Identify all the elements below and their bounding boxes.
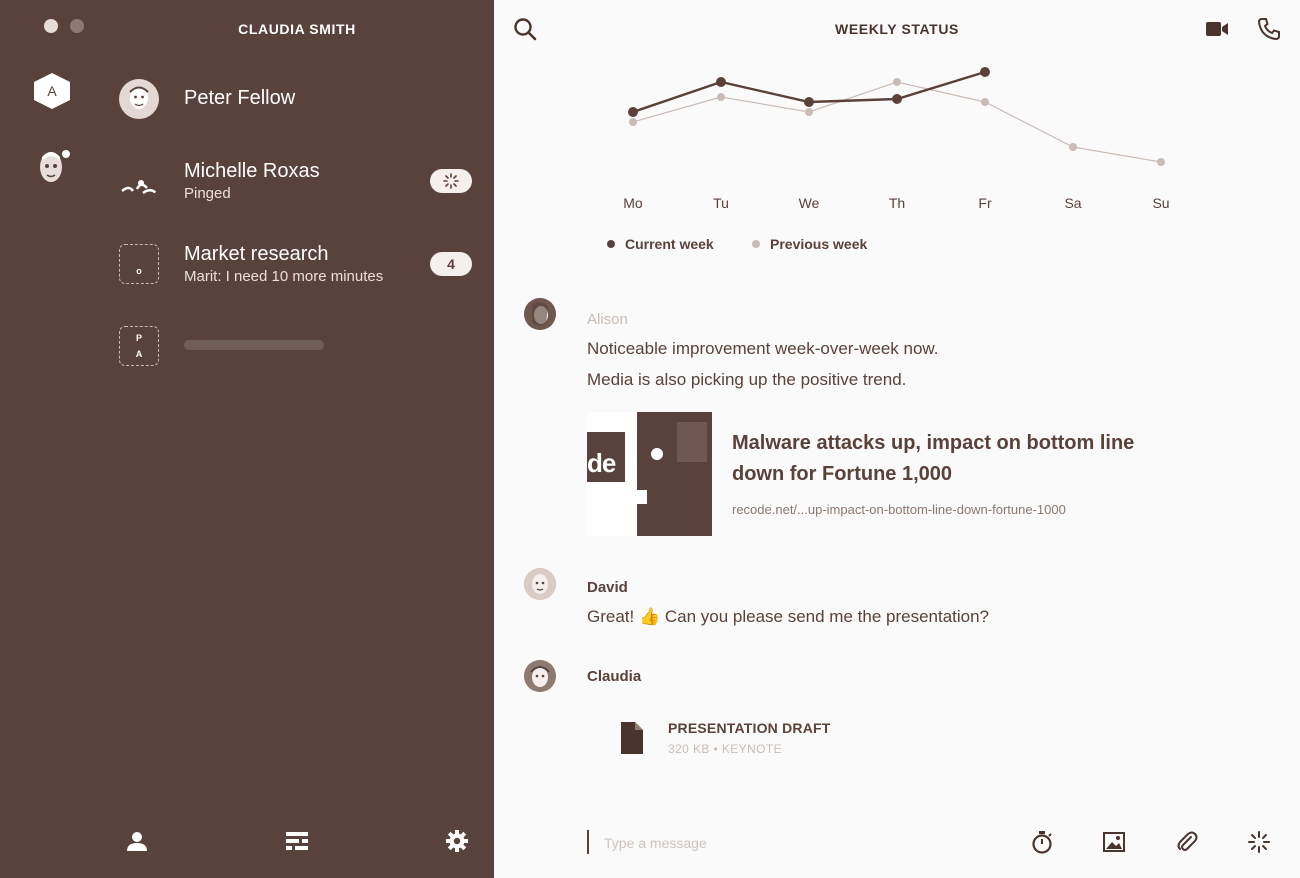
data-point (717, 93, 725, 101)
data-point (629, 118, 637, 126)
current-user-name: CLAUDIA SMITH (238, 21, 356, 37)
x-tick-label: Tu (713, 195, 729, 211)
data-point (893, 78, 901, 86)
x-tick-label: Mo (623, 195, 643, 211)
chat-name: Peter Fellow (184, 87, 296, 109)
message-author: David (587, 579, 628, 596)
person-avatar-icon (129, 86, 149, 109)
x-tick-label: Su (1152, 195, 1169, 211)
chat-item-peter-fellow[interactable]: Peter Fellow (100, 64, 494, 134)
x-tick-label: Th (889, 195, 905, 211)
image-icon[interactable] (1101, 829, 1127, 855)
x-tick-label: Sa (1064, 195, 1081, 211)
data-point (716, 77, 726, 87)
chat-item-michelle-roxas[interactable]: Michelle Roxas Pinged (100, 146, 494, 216)
message-text: Media is also picking up the positive tr… (587, 370, 907, 389)
window-close-dot[interactable] (44, 19, 58, 33)
person-avatar-icon (524, 568, 556, 600)
file-icon[interactable] (621, 722, 643, 754)
data-point (892, 94, 902, 104)
person-avatar-icon (524, 298, 556, 330)
chat-panel: WEEKLY STATUS Mo Tu We Th Fr Sa Su Current wee… (494, 0, 1300, 878)
group-avatar-letter: P (135, 333, 142, 343)
data-point (628, 107, 638, 117)
data-point (981, 98, 989, 106)
file-name[interactable]: PRESENTATION DRAFT (668, 720, 831, 736)
message-text: Noticeable improvement week-over-week no… (587, 339, 939, 358)
ping-icon[interactable] (1246, 829, 1272, 855)
legend-label: Previous week (770, 236, 868, 252)
list-icon[interactable] (284, 828, 310, 854)
person-avatar-icon (121, 180, 158, 195)
message-author: Alison (587, 311, 628, 328)
legend-previous-week: Previous week (752, 236, 867, 252)
message-author: Claudia (587, 668, 642, 685)
avatar (119, 161, 159, 201)
data-point (804, 97, 814, 107)
avatar-david[interactable] (524, 568, 556, 600)
message-text: Great! 👍 Can you please send me the pres… (587, 607, 990, 626)
window-minimize-dot[interactable] (70, 19, 84, 33)
group-avatar: P A (119, 326, 159, 366)
x-tick-label: We (799, 195, 820, 211)
text-caret (587, 830, 589, 854)
legend-current-week: Current week (607, 236, 714, 252)
weekly-status-chart: Mo Tu We Th Fr Sa Su (623, 67, 1170, 211)
link-preview-url[interactable]: recode.net/...up-impact-on-bottom-line-d… (732, 502, 1066, 517)
group-avatar-letter: o (136, 266, 142, 276)
chat-subtitle: Marit: I need 10 more minutes (184, 268, 384, 285)
online-indicator (62, 150, 70, 158)
legend-swatch (607, 240, 615, 248)
sidebar: CLAUDIA SMITH A Peter Fellow Michelle Ro… (0, 0, 494, 878)
x-tick-label: Fr (978, 195, 992, 211)
chat-item-market-research[interactable]: o Market research Marit: I need 10 more … (100, 229, 494, 299)
chat-name: Michelle Roxas (184, 160, 320, 182)
chat-subtitle: Pinged (184, 185, 231, 202)
legend-label: Current week (625, 236, 714, 252)
timer-icon[interactable] (1029, 829, 1055, 855)
person-avatar-icon (524, 660, 556, 692)
profile-icon[interactable] (124, 828, 150, 854)
legend-swatch (752, 240, 760, 248)
data-point (1069, 143, 1077, 151)
attachment-icon[interactable] (1174, 829, 1200, 855)
message-input[interactable] (604, 832, 1004, 854)
settings-icon[interactable] (444, 828, 470, 854)
group-avatar-letter: A (135, 349, 143, 359)
group-avatar: o (119, 244, 159, 284)
link-preview-image-text: de (587, 448, 616, 478)
link-preview-image[interactable]: de (587, 412, 712, 536)
chat-name: Market research (184, 243, 329, 265)
data-point (805, 108, 813, 116)
chat-name-placeholder (184, 340, 324, 350)
workspace-switcher[interactable]: A (34, 73, 70, 109)
data-point (1157, 158, 1165, 166)
file-meta: 320 KB • KEYNOTE (668, 742, 782, 756)
unread-count-badge: 4 (430, 252, 472, 276)
data-point (980, 67, 990, 77)
ping-badge (430, 169, 472, 193)
ping-icon (443, 173, 459, 189)
avatar-alison[interactable] (524, 298, 556, 330)
link-preview-title[interactable]: Malware attacks up, impact on bottom lin… (732, 428, 1172, 490)
avatar-claudia[interactable] (524, 660, 556, 692)
avatar (119, 79, 159, 119)
chat-item-pa[interactable]: P A (100, 311, 494, 381)
